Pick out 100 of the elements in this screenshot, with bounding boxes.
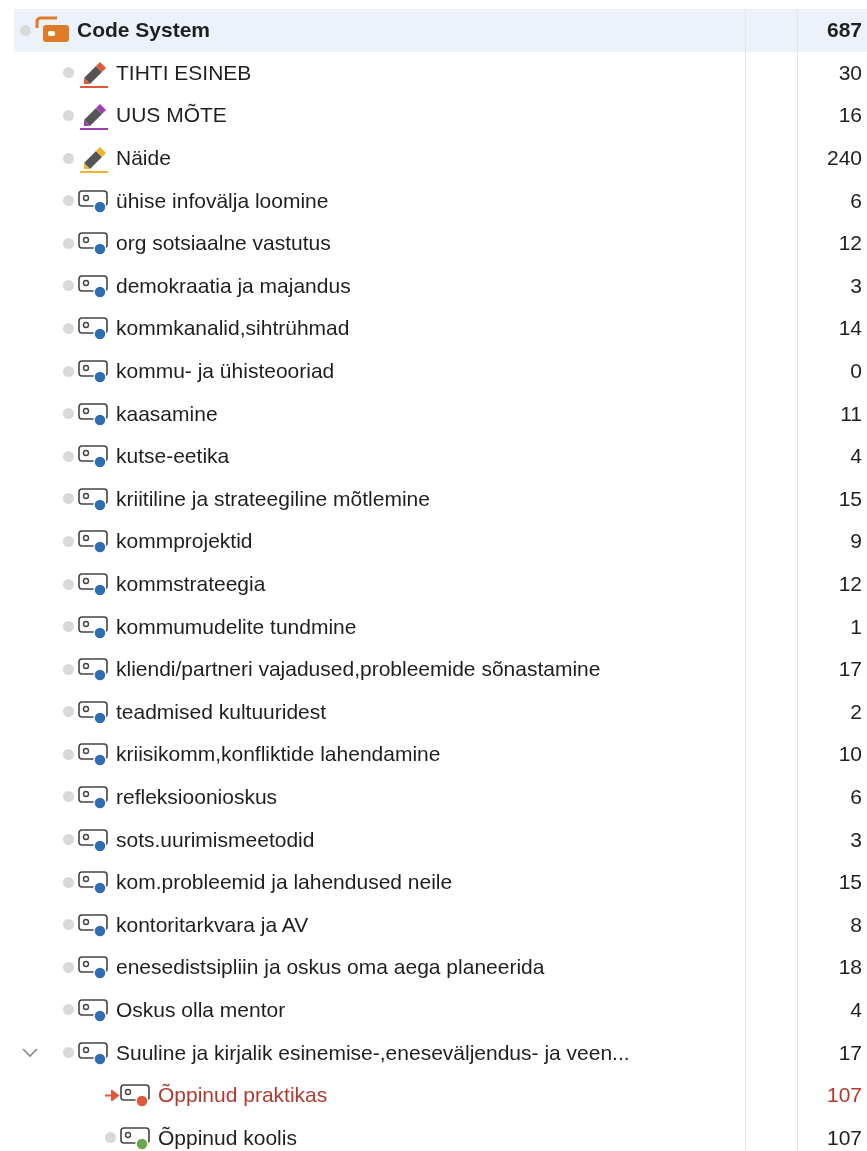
code-label: kriisikomm,konfliktide lahendamine	[116, 742, 441, 767]
tree-row[interactable]: kommu- ja ühisteooriad 0	[14, 349, 867, 393]
tree-row[interactable]: kommprojektid 9	[14, 520, 867, 563]
code-tag-icon	[78, 315, 110, 342]
code-label: ühise infovälja loomine	[116, 188, 329, 213]
code-count: 30	[838, 60, 862, 85]
code-tag-icon	[78, 869, 110, 896]
tree-row[interactable]: org sotsiaalne vastutus 12	[14, 221, 867, 265]
tree-row[interactable]: kutse-eetika 4	[14, 434, 867, 478]
code-tag-icon	[78, 358, 110, 385]
code-label: enesedistsipliin ja oskus oma aega planeerida	[116, 955, 545, 980]
tree-row[interactable]: kontoritarkvara ja AV 8	[14, 903, 867, 947]
tree-row[interactable]: Õppinud praktikas 107	[14, 1073, 867, 1117]
code-count: 17	[838, 657, 862, 682]
code-label: kommkanalid,sihtrühmad	[116, 316, 350, 341]
code-label: kaasamine	[116, 401, 218, 426]
code-label: teadmised kultuuridest	[116, 699, 327, 724]
code-count: 8	[850, 912, 862, 937]
chevron-icon[interactable]	[21, 1046, 39, 1059]
tree-row[interactable]: Näide 240	[14, 136, 867, 180]
code-tag-icon	[78, 571, 110, 597]
tag-stack-icon	[35, 16, 71, 45]
code-tag-icon	[78, 996, 110, 1023]
tree-row[interactable]: kom.probleemid ja lahendused neile 15	[14, 860, 867, 904]
code-label: Näide	[116, 146, 171, 171]
code-label: org sotsiaalne vastutus	[116, 231, 331, 256]
code-label: Õppinud koolis	[158, 1125, 297, 1150]
code-label: Suuline ja kirjalik esinemise-,eneseväljendus- ja veen...	[116, 1040, 630, 1065]
code-count: 687	[826, 18, 862, 43]
code-tag-icon	[78, 954, 110, 981]
tree-row[interactable]: refleksioonioskus 6	[14, 775, 867, 819]
code-label: kommu- ja ühisteooriad	[116, 359, 335, 384]
code-label: TIHTI ESINEB	[116, 60, 252, 85]
code-tag-icon	[78, 741, 110, 768]
tree-row[interactable]: enesedistsipliin ja oskus oma aega planeerida 18	[14, 946, 867, 989]
tree-row[interactable]: kliendi/partneri vajadused,probleemide sõnastamine 17	[14, 647, 867, 691]
code-tag-icon	[120, 1124, 152, 1151]
code-tag-icon	[78, 784, 110, 810]
tree-row[interactable]: kriisikomm,konfliktide lahendamine 10	[14, 733, 867, 776]
code-count: 11	[840, 401, 862, 426]
tree-row[interactable]: kommumudelite tundmine 1	[14, 605, 867, 648]
code-count: 2	[850, 699, 862, 724]
code-label: kriitiline ja strateegiline mõtlemine	[116, 486, 430, 511]
tree-row[interactable]: ühise infovälja loomine 6	[14, 179, 867, 222]
tree-row[interactable]: demokraatia ja majandus 3	[14, 264, 867, 308]
code-count: 3	[850, 827, 862, 852]
tree-row[interactable]: teadmised kultuuridest 2	[14, 690, 867, 734]
code-count: 12	[838, 572, 862, 596]
code-count: 14	[838, 316, 862, 341]
tree-row[interactable]: Suuline ja kirjalik esinemise-,eneseväljendus- ja veen... 17	[14, 1031, 867, 1074]
code-label: refleksioonioskus	[116, 785, 278, 809]
code-count: 15	[838, 486, 862, 511]
tree-row[interactable]: Code System 687	[14, 9, 867, 52]
code-tag-icon	[78, 230, 110, 257]
tree-row[interactable]: kriitiline ja strateegiline mõtlemine 15	[14, 477, 867, 521]
code-label: sots.uurimismeetodid	[116, 827, 315, 852]
code-label: kommumudelite tundmine	[116, 614, 357, 639]
code-count: 4	[850, 997, 862, 1022]
tree-row[interactable]: Oskus olla mentor 4	[14, 988, 867, 1032]
code-tag-icon	[78, 485, 110, 512]
tree-row[interactable]: kommkanalid,sihtrühmad 14	[14, 307, 867, 350]
code-count: 3	[850, 273, 862, 298]
code-tag-icon	[78, 656, 110, 683]
tree-row[interactable]: TIHTI ESINEB 30	[14, 51, 867, 95]
code-label: demokraatia ja majandus	[116, 273, 351, 298]
code-count: 9	[850, 529, 862, 554]
tree-row[interactable]: kommstrateegia 12	[14, 562, 867, 606]
code-count: 16	[838, 103, 862, 128]
code-count: 6	[850, 188, 862, 213]
code-count: 107	[826, 1083, 862, 1108]
code-tag-icon	[78, 826, 110, 853]
code-tag-icon	[78, 1039, 110, 1066]
code-label: Oskus olla mentor	[116, 997, 286, 1022]
code-tag-icon	[78, 698, 110, 725]
code-tag-icon	[78, 613, 110, 640]
code-label: Õppinud praktikas	[158, 1083, 328, 1108]
code-label: kom.probleemid ja lahendused neile	[116, 870, 453, 895]
code-count: 0	[850, 359, 862, 384]
code-tag-icon	[120, 1082, 152, 1109]
code-count: 15	[838, 870, 862, 895]
tree-row[interactable]: kaasamine 11	[14, 392, 867, 435]
code-count: 12	[838, 231, 862, 256]
code-label: UUS MÕTE	[116, 103, 227, 128]
tree-row[interactable]: UUS MÕTE 16	[14, 94, 867, 137]
code-count: 240	[826, 146, 862, 171]
code-label: kliendi/partneri vajadused,probleemide sõnastamine	[116, 657, 601, 682]
tree-row[interactable]: Õppinud koolis 107	[14, 1116, 867, 1151]
code-label: kommstrateegia	[116, 572, 266, 596]
code-tag-icon	[78, 272, 110, 299]
code-count: 18	[838, 955, 862, 980]
code-label: kommprojektid	[116, 529, 253, 554]
code-tag-icon	[78, 443, 110, 470]
code-label: Code System	[77, 18, 211, 43]
code-tag-icon	[78, 187, 110, 214]
tree-row[interactable]: sots.uurimismeetodid 3	[14, 818, 867, 861]
code-label: kutse-eetika	[116, 444, 230, 469]
code-tag-icon	[78, 911, 110, 938]
code-count: 10	[838, 742, 862, 767]
code-count: 17	[838, 1040, 862, 1065]
code-label: kontoritarkvara ja AV	[116, 912, 309, 937]
